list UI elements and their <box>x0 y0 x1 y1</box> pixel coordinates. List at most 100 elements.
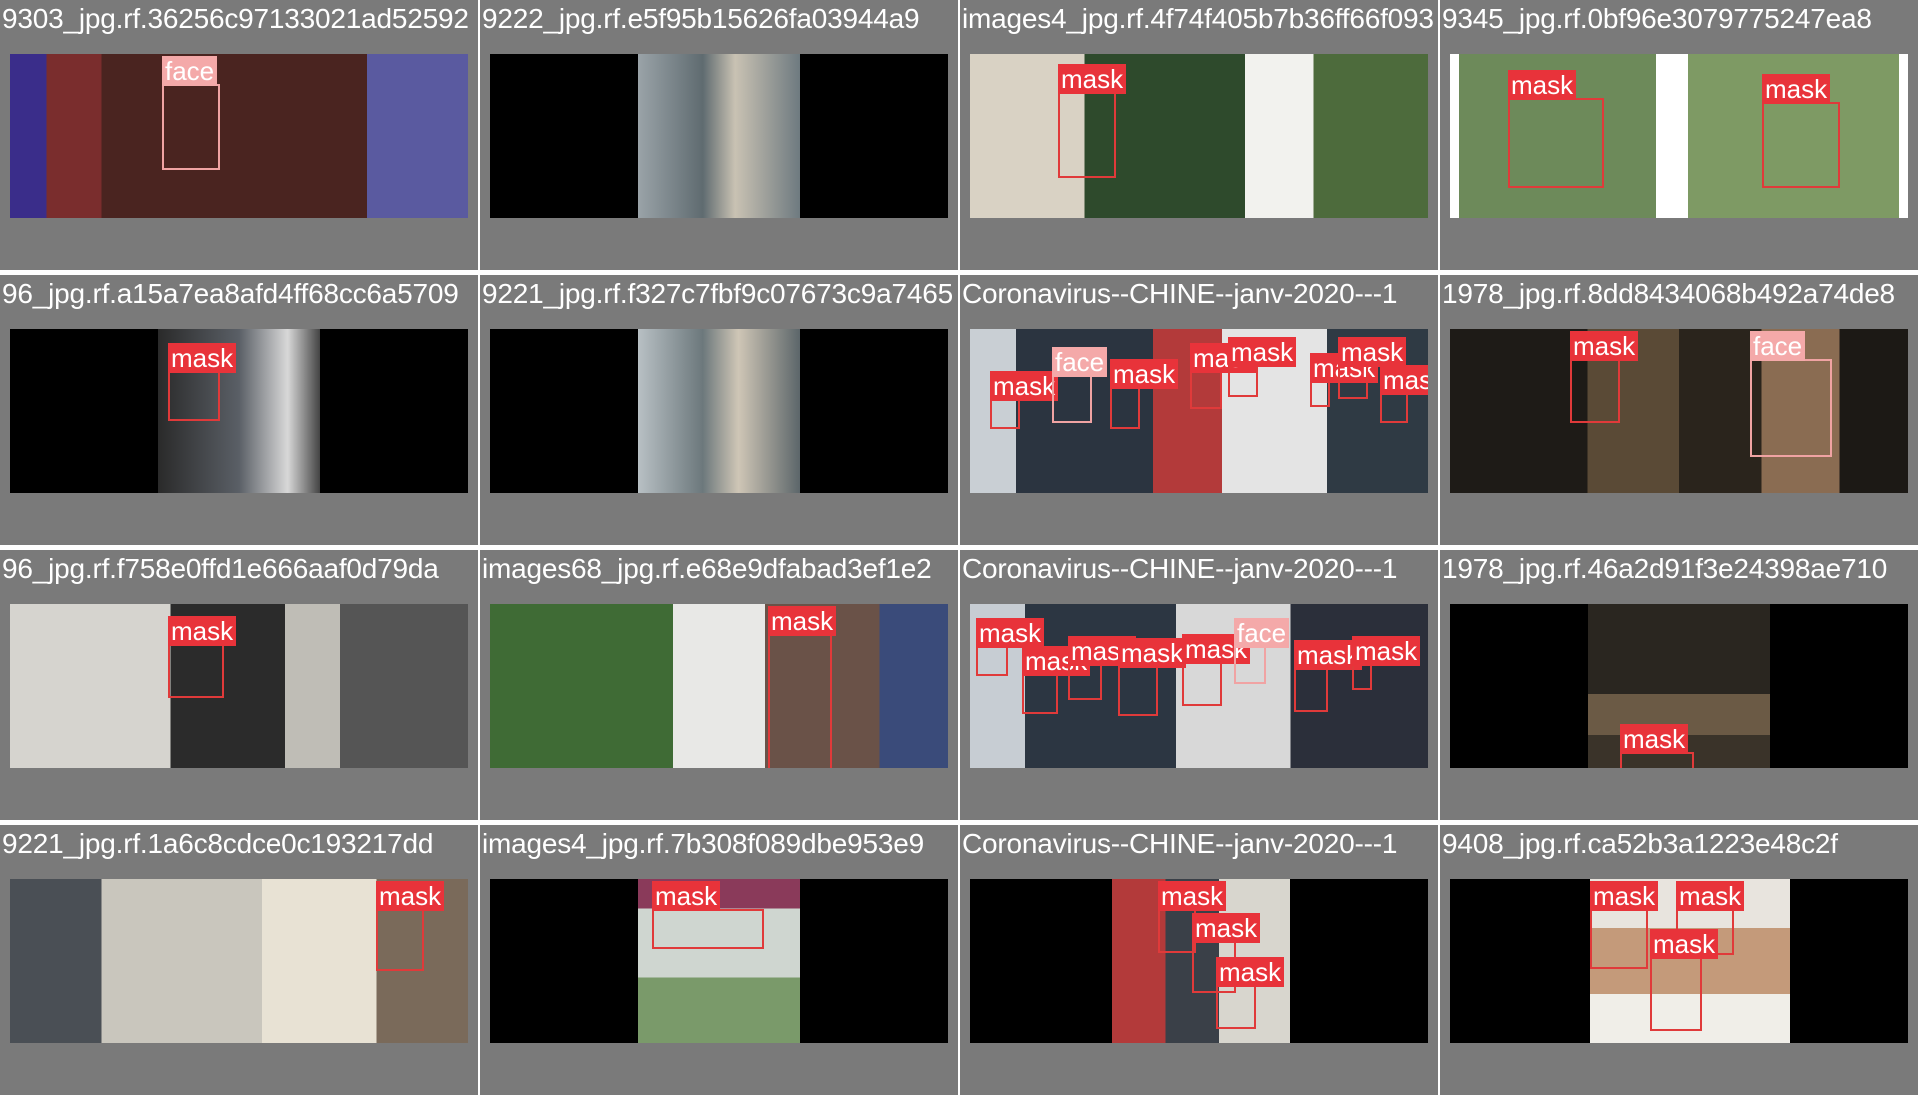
photo-content <box>10 604 468 768</box>
box-class-label: mask <box>1118 638 1187 668</box>
panel-filename: 9408_jpg.rf.ca52b3a1223e48c2f <box>1442 828 1838 859</box>
panel-filename: Coronavirus--CHINE--janv-2020---1 <box>962 828 1398 859</box>
detection-image: mask mask mask <box>970 879 1428 1043</box>
box-class-label: mask <box>1110 359 1179 389</box>
box-class-label: mask <box>1676 881 1745 911</box>
image-panel: images68_jpg.rf.e68e9dfabad3ef1e2mask <box>480 550 958 820</box>
box-class-label: mask <box>1216 957 1285 987</box>
photo-content <box>970 54 1428 218</box>
panel-filename: images68_jpg.rf.e68e9dfabad3ef1e2 <box>482 553 932 584</box>
face-bounding-box: face <box>1750 331 1832 457</box>
panel-filename: 9222_jpg.rf.e5f95b15626fa03944a9 <box>482 3 920 34</box>
box-class-label: mask <box>768 606 837 636</box>
image-panel: Coronavirus--CHINE--janv-2020---1 mask mas… <box>960 550 1438 820</box>
mask-bounding-box: mask <box>1380 365 1428 423</box>
mask-bounding-box: mask <box>1620 724 1694 768</box>
mask-bounding-box: mask <box>1058 64 1127 178</box>
box-class-label: mask <box>1650 929 1719 959</box>
detection-image: mask <box>490 604 948 768</box>
detection-image: face <box>10 54 468 218</box>
detection-image: mask <box>10 604 468 768</box>
image-panel: 9222_jpg.rf.e5f95b15626fa03944a9 <box>480 0 958 270</box>
box-class-label: mask <box>1620 724 1689 754</box>
box-class-label: mask <box>1192 913 1261 943</box>
panel-filename: 96_jpg.rf.f758e0ffd1e666aaf0d79da <box>2 553 439 584</box>
panel-filename: 1978_jpg.rf.8dd8434068b492a74de8 <box>1442 278 1895 309</box>
mask-bounding-box: mask <box>1068 636 1137 700</box>
photo-content <box>490 604 948 768</box>
mask-bounding-box: mask <box>1118 638 1187 716</box>
box-class-label: mask <box>1228 337 1297 367</box>
photo-content <box>638 329 800 493</box>
panel-filename: Coronavirus--CHINE--janv-2020---1 <box>962 553 1398 584</box>
box-class-label: mask <box>1058 64 1127 94</box>
box-class-label: mask <box>990 371 1059 401</box>
mask-bounding-box: mask <box>1294 640 1363 712</box>
image-panel: 9408_jpg.rf.ca52b3a1223e48c2f mask mask mas… <box>1440 825 1918 1095</box>
image-grid: 9303_jpg.rf.36256c97133021ad52592 face 922… <box>0 0 1920 1100</box>
panel-filename: 1978_jpg.rf.46a2d91f3e24398ae710 <box>1442 553 1888 584</box>
box-class-label: face <box>1234 618 1290 648</box>
detection-image: mask mask <box>1450 54 1908 218</box>
detection-image: mask <box>1450 604 1908 768</box>
box-class-label: mask <box>168 616 237 646</box>
panel-filename: 9221_jpg.rf.1a6c8cdce0c193217dd <box>2 828 434 859</box>
mask-bounding-box: mask <box>976 618 1045 676</box>
box-class-label: mask <box>1508 70 1577 100</box>
mask-bounding-box: mask <box>168 616 237 698</box>
box-class-label: face <box>162 56 218 86</box>
panel-filename: 9221_jpg.rf.f327c7fbf9c07673c9a7465 <box>482 278 953 309</box>
detection-image: mask <box>10 879 468 1043</box>
panel-filename: Coronavirus--CHINE--janv-2020---1 <box>962 278 1398 309</box>
detection-image: mask <box>490 879 948 1043</box>
mask-bounding-box: mask <box>1158 881 1227 953</box>
detection-image <box>490 329 948 493</box>
detection-image: mask <box>10 329 468 493</box>
detection-image <box>490 54 948 218</box>
mask-bounding-box: mask <box>990 371 1059 429</box>
box-class-label: face <box>1052 347 1108 377</box>
image-panel: Coronavirus--CHINE--janv-2020---1 mask mas… <box>960 825 1438 1095</box>
image-panel: 9221_jpg.rf.f327c7fbf9c07673c9a7465 <box>480 275 958 545</box>
mask-bounding-box: mask <box>1570 331 1639 423</box>
mask-bounding-box: mask <box>1650 929 1719 1031</box>
mask-bounding-box: mask <box>1182 634 1251 706</box>
image-panel: 96_jpg.rf.f758e0ffd1e666aaf0d79damask <box>0 550 478 820</box>
box-class-label: mask <box>376 881 445 911</box>
mask-bounding-box: mask <box>768 606 837 768</box>
mask-bounding-box: mask <box>376 881 445 971</box>
box-class-label: mask <box>1338 337 1407 367</box>
panel-filename: images4_jpg.rf.7b308f089dbe953e9 <box>482 828 924 859</box>
image-panel: 96_jpg.rf.a15a7ea8afd4ff68cc6a5709mask <box>0 275 478 545</box>
box-class-label: mask <box>652 881 721 911</box>
mask-bounding-box: mask <box>1338 337 1407 399</box>
mask-bounding-box: mask <box>1110 359 1179 429</box>
mask-bounding-box: mask <box>168 343 237 421</box>
mask-bounding-box: mask <box>1190 343 1259 409</box>
mask-bounding-box: mask <box>1022 646 1091 714</box>
detection-image: mask face <box>1450 329 1908 493</box>
face-bounding-box: face <box>162 56 220 170</box>
detection-image: mask <box>970 54 1428 218</box>
image-panel: 9303_jpg.rf.36256c97133021ad52592face <box>0 0 478 270</box>
mask-bounding-box: mask <box>1508 70 1604 188</box>
box-class-label: mask <box>168 343 237 373</box>
photo-content <box>1450 329 1908 493</box>
face-bounding-box: face <box>1052 347 1108 423</box>
panel-filename: 96_jpg.rf.a15a7ea8afd4ff68cc6a5709 <box>2 278 459 309</box>
box-class-label: mask <box>1158 881 1227 911</box>
panel-filename: 9303_jpg.rf.36256c97133021ad52592 <box>2 3 469 34</box>
face-bounding-box: face <box>1234 618 1290 684</box>
box-class-label: mask <box>1762 74 1831 104</box>
box-class-label: mask <box>976 618 1045 648</box>
image-panel: 1978_jpg.rf.8dd8434068b492a74de8mask face <box>1440 275 1918 545</box>
photo-content <box>10 54 468 218</box>
detection-image: mask mask mask <box>1450 879 1908 1043</box>
box-class-label: mask <box>1380 365 1428 395</box>
image-panel: Coronavirus--CHINE--janv-2020---1 mask fac… <box>960 275 1438 545</box>
panel-filename: 9345_jpg.rf.0bf96e3079775247ea8 <box>1442 3 1872 34</box>
photo-content <box>638 54 800 218</box>
box-class-label: mask <box>1352 636 1421 666</box>
mask-bounding-box: mask <box>1216 957 1285 1029</box>
image-panel: 9221_jpg.rf.1a6c8cdce0c193217ddmask <box>0 825 478 1095</box>
